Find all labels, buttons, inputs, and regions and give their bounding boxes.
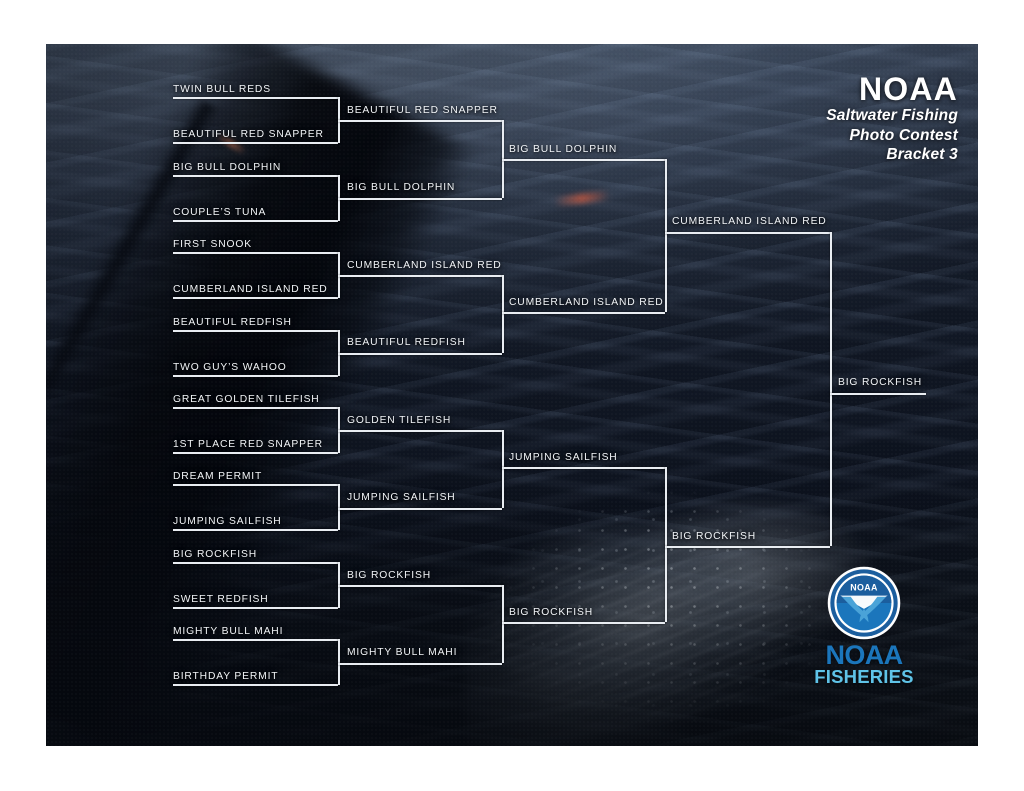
title-line-2: Photo Contest — [849, 126, 958, 144]
noaa-seal-icon: NOAA — [827, 566, 901, 640]
title-noaa: NOAA — [858, 71, 958, 107]
title-block: NOAA Saltwater Fishing Photo Contest Bra… — [826, 72, 958, 165]
title-line-3: Bracket 3 — [886, 146, 958, 163]
bracket-page: NOAA Saltwater Fishing Photo Contest Bra… — [0, 0, 1024, 791]
logo-wordmark: NOAA FISHERIES — [806, 640, 922, 687]
logo-wordmark-fisheries: FISHERIES — [814, 666, 914, 687]
noaa-fisheries-logo: NOAA NOAA FISHERIES — [806, 566, 922, 686]
logo-wordmark-noaa: NOAA — [825, 640, 903, 670]
svg-text:NOAA: NOAA — [850, 582, 878, 592]
title-line-1: Saltwater Fishing — [826, 107, 958, 124]
